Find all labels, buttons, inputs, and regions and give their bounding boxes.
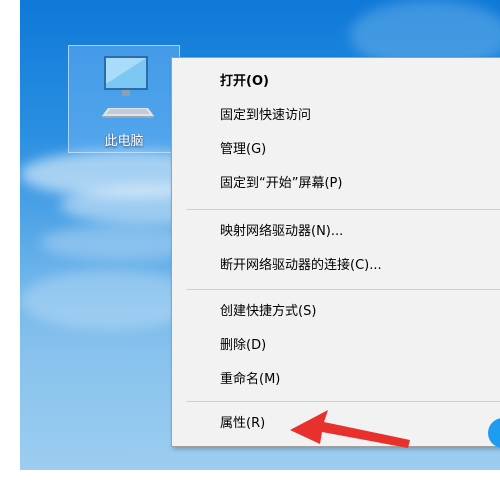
menu-item-map-drive[interactable]: 映射网络驱动器(N)... <box>220 218 343 246</box>
menu-item-delete[interactable]: 删除(D) <box>220 332 266 360</box>
computer-icon <box>102 56 154 118</box>
this-pc-label: 此电脑 <box>104 134 144 149</box>
menu-item-open[interactable]: 打开(O) <box>220 68 269 96</box>
this-pc-desktop-icon[interactable]: 此电脑 <box>68 45 180 153</box>
menu-item-rename[interactable]: 重命名(M) <box>220 366 280 394</box>
menu-item-manage[interactable]: 管理(G) <box>220 136 266 164</box>
menu-item-create-shortcut[interactable]: 创建快捷方式(S) <box>220 298 316 326</box>
menu-item-pin-start[interactable]: 固定到“开始”屏幕(P) <box>220 170 342 198</box>
menu-separator <box>186 209 500 210</box>
menu-separator <box>186 289 500 290</box>
red-arrow-annotation <box>290 410 410 448</box>
menu-item-disconnect-drive[interactable]: 断开网络驱动器的连接(C)... <box>220 252 382 280</box>
context-menu: 打开(O) 固定到快速访问 管理(G) 固定到“开始”屏幕(P) 映射网络驱动器… <box>171 57 500 447</box>
menu-item-properties[interactable]: 属性(R) <box>220 410 265 438</box>
menu-item-pin-quick-access[interactable]: 固定到快速访问 <box>220 102 311 130</box>
